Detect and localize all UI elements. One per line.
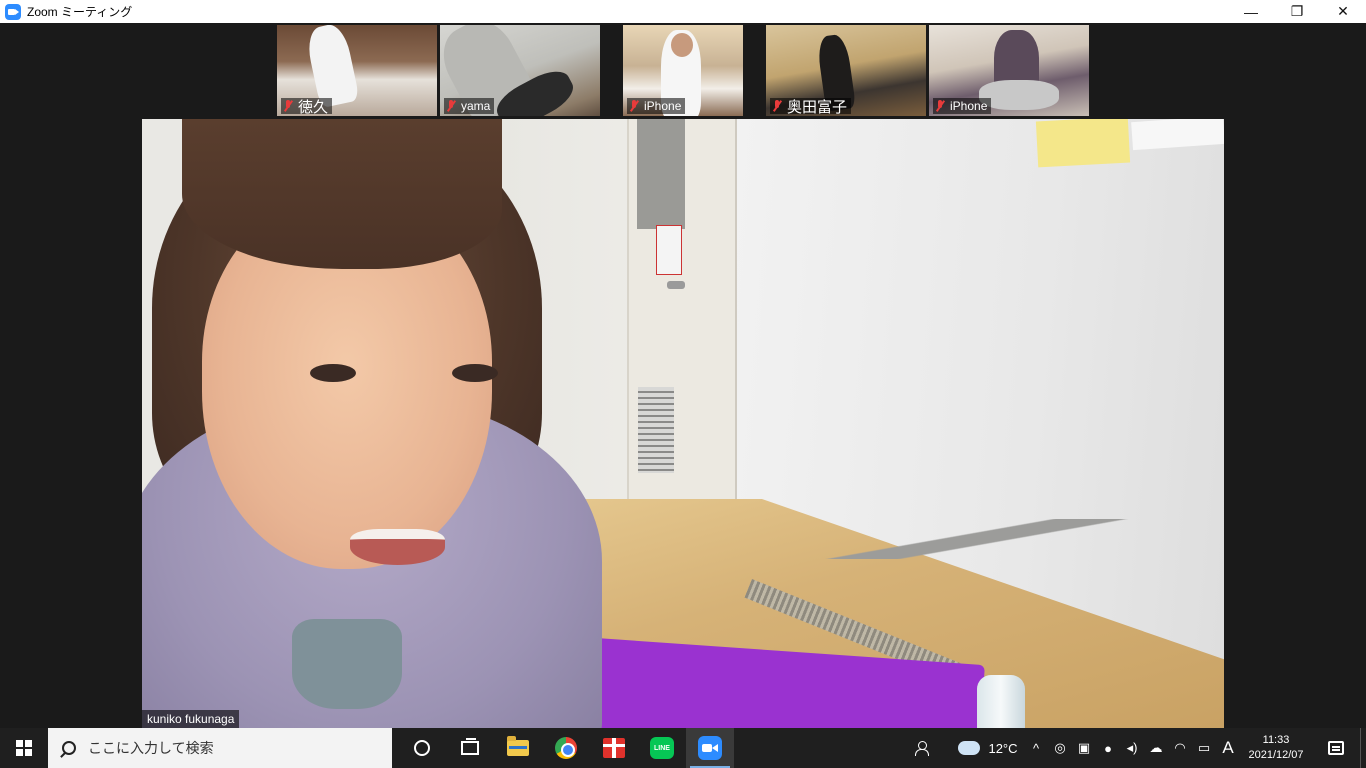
weather-cloud-icon bbox=[956, 737, 981, 755]
file-explorer-icon bbox=[507, 736, 529, 756]
taskbar-search-box[interactable]: ここに入力して検索 bbox=[48, 728, 392, 768]
participant-name: 奥田富子 bbox=[787, 98, 848, 116]
participant-name: yama bbox=[461, 99, 491, 113]
minimize-button[interactable]: — bbox=[1228, 0, 1274, 23]
participant-label: iPhone bbox=[933, 98, 992, 114]
video-background-door-window bbox=[637, 119, 685, 229]
participant-label: yama bbox=[444, 98, 495, 114]
meeting-area: 徳久 yama iPhone 奥田富子 iPhone kuniko fukuna… bbox=[0, 23, 1366, 728]
zoom-icon bbox=[698, 736, 722, 760]
window-controls: — ❐ ✕ bbox=[1228, 0, 1366, 23]
gift-app-button[interactable] bbox=[590, 728, 638, 768]
volume-icon[interactable]: ◂) bbox=[1120, 728, 1144, 768]
windows-taskbar: ここに入力して検索 LINE 12°C ^ ◎ ▣ ● ◂) ☁ ◠ ▭ A 1… bbox=[0, 728, 1366, 768]
window-title-bar: Zoom ミーティング — ❐ ✕ bbox=[0, 0, 1366, 23]
mic-muted-icon bbox=[772, 100, 782, 112]
zoom-taskbar-button[interactable] bbox=[686, 728, 734, 768]
cortana-button[interactable] bbox=[398, 728, 446, 768]
action-center-button[interactable] bbox=[1312, 728, 1360, 768]
participant-thumbnail[interactable]: 徳久 bbox=[277, 25, 437, 116]
taskbar-apps: LINE bbox=[398, 728, 734, 768]
people-button[interactable] bbox=[904, 728, 940, 768]
mic-muted-icon bbox=[446, 100, 456, 112]
speaker-shirt bbox=[292, 619, 402, 709]
participant-thumbnail[interactable]: iPhone bbox=[623, 25, 743, 116]
clock[interactable]: 11:33 2021/12/07 bbox=[1240, 728, 1312, 768]
line-icon: LINE bbox=[650, 737, 674, 759]
active-speaker-video[interactable]: kuniko fukunaga bbox=[142, 119, 1224, 728]
chrome-icon bbox=[555, 737, 577, 759]
participant-label: iPhone bbox=[627, 98, 686, 114]
chevron-up-icon: ^ bbox=[1032, 740, 1040, 756]
start-button[interactable] bbox=[0, 728, 48, 768]
video-background-note bbox=[1035, 119, 1131, 168]
video-background-baseboard bbox=[722, 519, 1224, 559]
show-desktop-button[interactable] bbox=[1360, 728, 1366, 768]
notification-icon bbox=[1328, 741, 1344, 755]
speaker-bangs bbox=[182, 119, 502, 269]
participant-video-figure bbox=[671, 33, 693, 57]
active-speaker-name: kuniko fukunaga bbox=[142, 710, 240, 728]
display-tray-icon[interactable]: ▣ bbox=[1072, 728, 1096, 768]
mic-muted-icon bbox=[935, 100, 945, 112]
speaker-eye bbox=[310, 364, 356, 382]
wifi-icon[interactable]: ◠ bbox=[1168, 728, 1192, 768]
participant-thumbnail[interactable]: iPhone bbox=[929, 25, 1089, 116]
weather-widget[interactable]: 12°C bbox=[952, 728, 1024, 768]
people-icon bbox=[915, 741, 929, 756]
search-placeholder: ここに入力して検索 bbox=[88, 740, 214, 756]
participant-label: 徳久 bbox=[281, 98, 333, 116]
task-view-icon bbox=[461, 738, 479, 755]
window-title: Zoom ミーティング bbox=[27, 5, 133, 19]
zoom-app-icon bbox=[5, 3, 21, 20]
line-button[interactable]: LINE bbox=[638, 728, 686, 768]
file-explorer-button[interactable] bbox=[494, 728, 542, 768]
participant-thumbnail[interactable]: 奥田富子 bbox=[766, 25, 926, 116]
video-background-sign bbox=[656, 225, 682, 275]
mic-muted-icon bbox=[629, 100, 639, 112]
mic-muted-icon bbox=[283, 100, 293, 112]
camera-tray-icon[interactable]: ◎ bbox=[1048, 728, 1072, 768]
task-view-button[interactable] bbox=[446, 728, 494, 768]
restore-button[interactable]: ❐ bbox=[1274, 0, 1320, 23]
video-water-bottle bbox=[977, 675, 1025, 728]
participant-name: iPhone bbox=[950, 99, 988, 113]
microphone-icon[interactable]: ● bbox=[1096, 728, 1120, 768]
speaker-eye bbox=[452, 364, 498, 382]
close-button[interactable]: ✕ bbox=[1320, 0, 1366, 23]
ime-mode-indicator[interactable]: A bbox=[1216, 728, 1240, 768]
speaker-mouth bbox=[350, 529, 445, 565]
chrome-button[interactable] bbox=[542, 728, 590, 768]
gift-icon bbox=[603, 738, 625, 758]
search-icon bbox=[62, 741, 76, 755]
system-tray: 12°C ^ ◎ ▣ ● ◂) ☁ ◠ ▭ A 11:33 2021/12/07 bbox=[904, 728, 1366, 768]
video-background-door-handle bbox=[667, 281, 685, 289]
clock-time: 11:33 bbox=[1262, 734, 1290, 746]
participant-thumbnail[interactable]: yama bbox=[440, 25, 600, 116]
battery-icon[interactable]: ▭ bbox=[1192, 728, 1216, 768]
temperature: 12°C bbox=[988, 740, 1018, 756]
video-background-vent bbox=[638, 387, 674, 473]
clock-date: 2021/12/07 bbox=[1248, 749, 1304, 761]
onedrive-cloud-icon[interactable]: ☁ bbox=[1144, 728, 1168, 768]
participant-name: 徳久 bbox=[298, 98, 329, 116]
windows-logo-icon bbox=[16, 740, 32, 756]
participant-name: iPhone bbox=[644, 99, 682, 113]
cortana-icon bbox=[414, 740, 430, 756]
show-hidden-icons-button[interactable]: ^ bbox=[1024, 728, 1048, 768]
participant-label: 奥田富子 bbox=[770, 98, 852, 116]
